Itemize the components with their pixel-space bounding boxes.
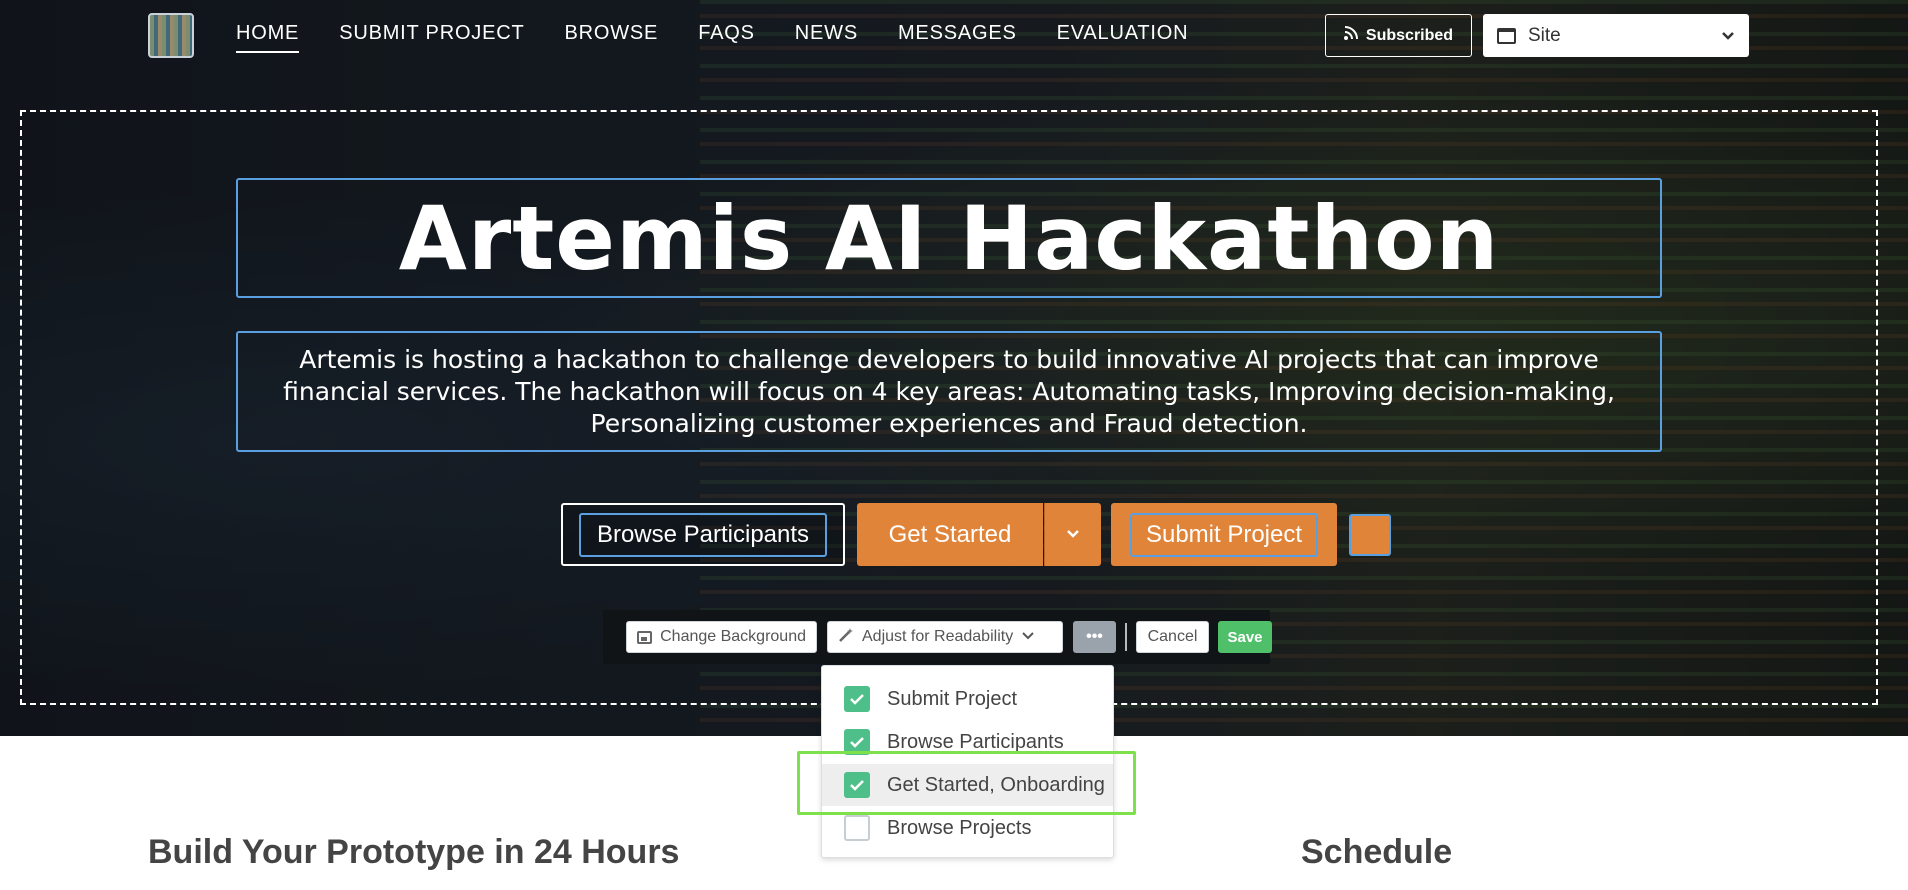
site-logo[interactable] [148, 13, 194, 58]
chevron-down-icon [1721, 25, 1735, 47]
top-navigation: HOME SUBMIT PROJECT BROWSE FAQS NEWS MES… [0, 0, 1908, 70]
nav-submit-project[interactable]: SUBMIT PROJECT [339, 22, 524, 53]
nav-evaluation[interactable]: EVALUATION [1057, 22, 1189, 53]
checkbox-checked-icon[interactable] [844, 772, 870, 798]
site-select[interactable]: Site [1483, 14, 1749, 57]
nav-messages[interactable]: MESSAGES [898, 22, 1017, 53]
adjust-readability-select[interactable]: Adjust for Readability [827, 621, 1063, 653]
adjust-readability-label: Adjust for Readability [862, 628, 1014, 645]
hero-description: Artemis is hosting a hackathon to challe… [283, 344, 1615, 438]
nav-home[interactable]: HOME [236, 22, 300, 53]
image-icon [637, 630, 653, 644]
button-visibility-dropdown: Submit Project Browse Participants Get S… [821, 665, 1114, 858]
get-started-label: Get Started [888, 520, 1012, 548]
page-title: Artemis AI Hackathon [398, 186, 1500, 290]
dropdown-item-browse-participants[interactable]: Browse Participants [822, 721, 1113, 763]
rss-icon [1343, 26, 1358, 45]
subscribed-label: Subscribed [1365, 26, 1454, 44]
color-swatch-button[interactable] [1349, 514, 1391, 556]
title-editable-box[interactable]: Artemis AI Hackathon [236, 178, 1662, 298]
schedule-heading: Schedule [1301, 833, 1453, 871]
dropdown-item-label: Get Started, Onboarding [887, 773, 1105, 796]
editor-toolbar: Change Background Adjust for Readability… [603, 610, 1272, 664]
nav-faqs[interactable]: FAQS [698, 22, 755, 53]
nav-browse[interactable]: BROWSE [565, 22, 659, 53]
dropdown-item-label: Submit Project [887, 687, 1018, 710]
nav-links: HOME SUBMIT PROJECT BROWSE FAQS NEWS MES… [236, 22, 1188, 53]
dropdown-item-browse-projects[interactable]: Browse Projects [822, 807, 1113, 849]
checkbox-checked-icon[interactable] [844, 729, 870, 755]
chevron-down-icon [1066, 526, 1080, 544]
submit-project-label: Submit Project [1129, 512, 1319, 557]
change-background-label: Change Background [660, 628, 806, 645]
chevron-down-icon [1021, 628, 1035, 646]
browse-participants-label: Browse Participants [578, 512, 828, 557]
dropdown-item-label: Browse Projects [887, 816, 1032, 839]
site-select-value: Site [1528, 24, 1561, 46]
checkbox-unchecked-icon[interactable] [844, 815, 870, 841]
get-started-dropdown-toggle[interactable] [1044, 503, 1101, 566]
nav-news[interactable]: NEWS [795, 22, 858, 53]
prototype-heading: Build Your Prototype in 24 Hours [148, 833, 680, 871]
dropdown-item-label: Browse Participants [887, 730, 1064, 753]
subscribed-button[interactable]: Subscribed [1325, 14, 1472, 57]
save-button[interactable]: Save [1218, 621, 1272, 653]
magic-wand-icon [838, 627, 854, 648]
toolbar-divider [1125, 623, 1127, 651]
get-started-button[interactable]: Get Started [857, 503, 1043, 566]
cancel-button[interactable]: Cancel [1136, 621, 1209, 653]
description-editable-box[interactable]: Artemis is hosting a hackathon to challe… [236, 331, 1662, 452]
submit-project-button[interactable]: Submit Project [1111, 503, 1337, 566]
browse-participants-button[interactable]: Browse Participants [561, 503, 845, 566]
checkbox-checked-icon[interactable] [844, 686, 870, 712]
more-options-button[interactable]: ••• [1073, 621, 1116, 653]
dropdown-item-submit-project[interactable]: Submit Project [822, 678, 1113, 720]
dropdown-item-get-started-onboarding[interactable]: Get Started, Onboarding [822, 764, 1113, 806]
change-background-button[interactable]: Change Background [626, 621, 817, 653]
window-icon [1497, 27, 1516, 44]
